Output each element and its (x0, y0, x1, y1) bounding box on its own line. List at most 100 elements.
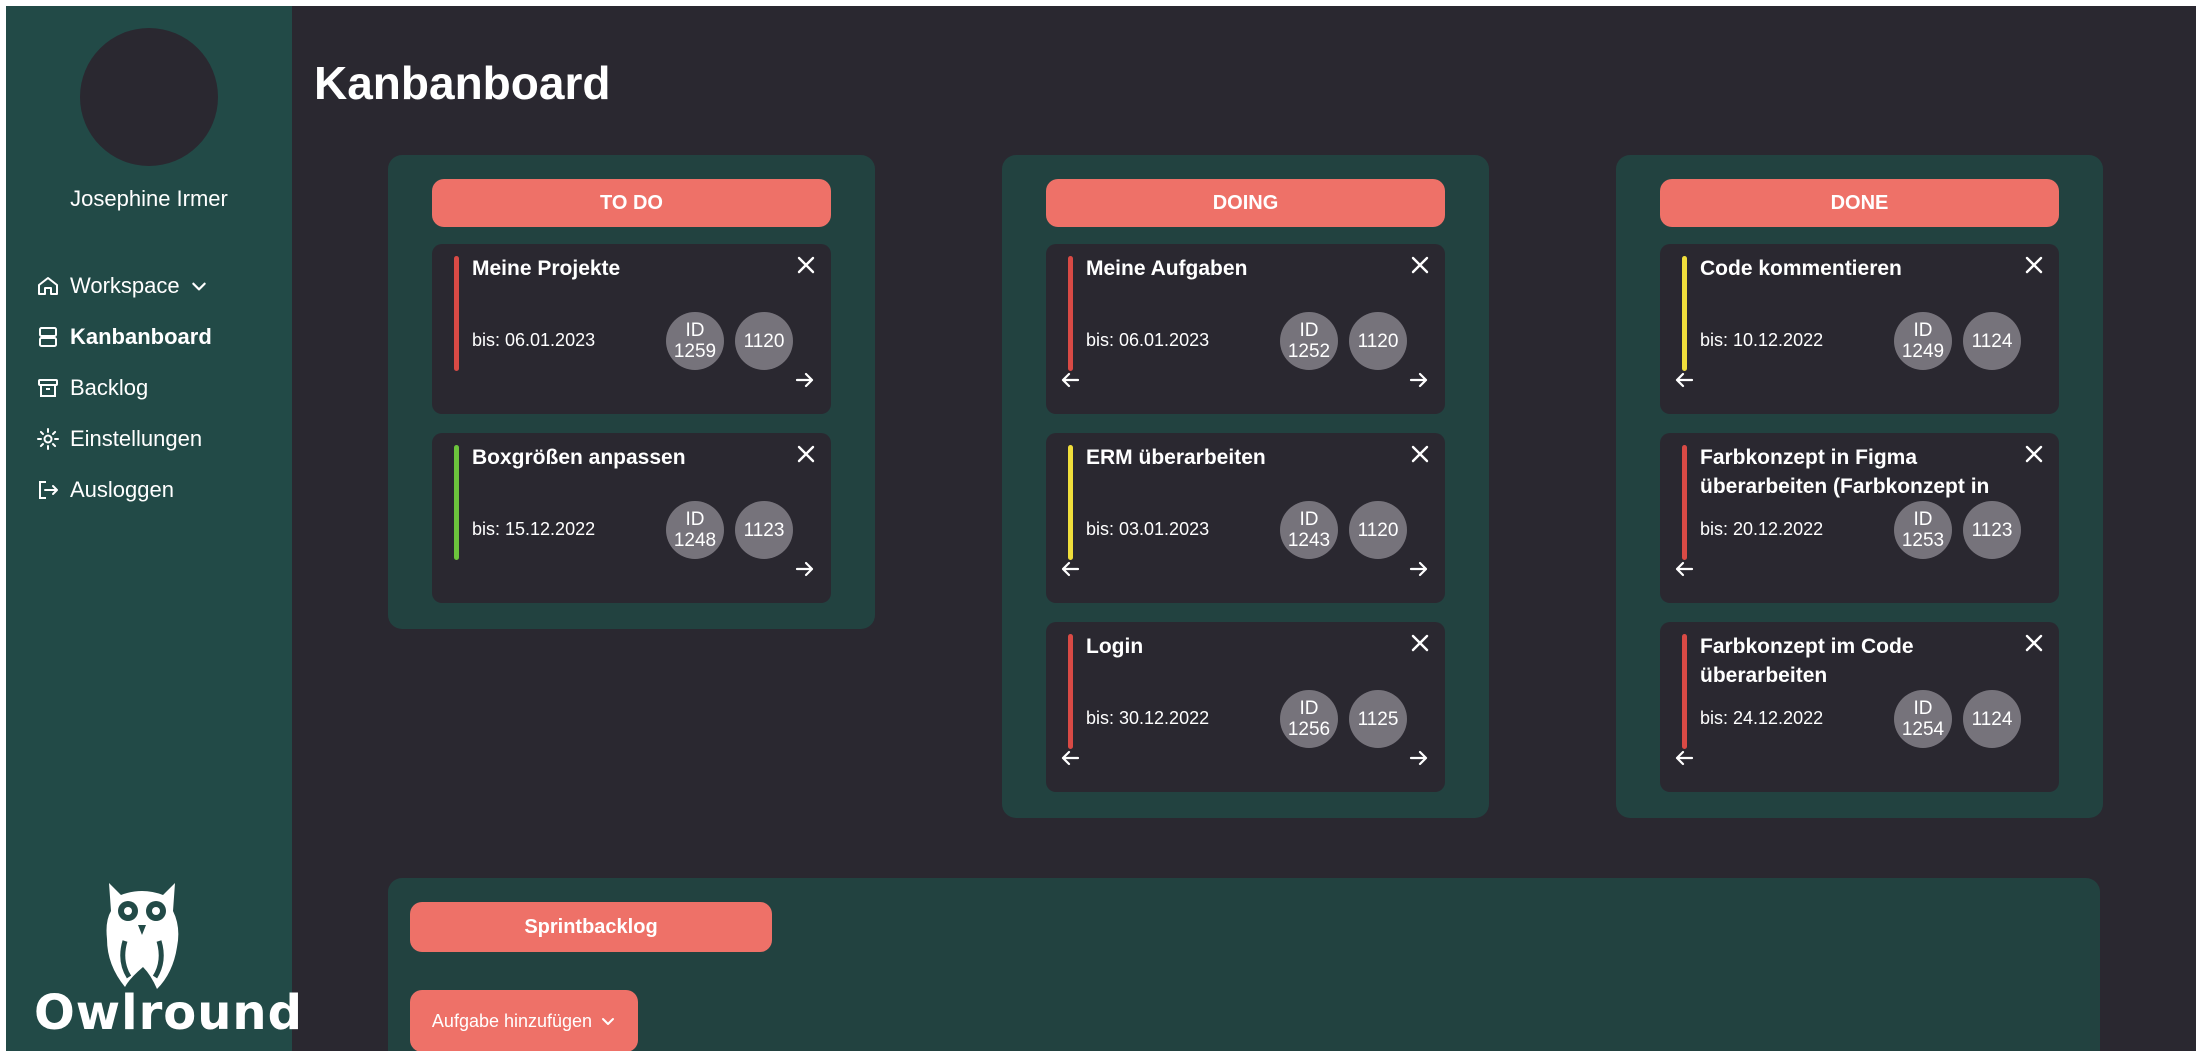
task-id-badge: ID 1252 (1280, 312, 1338, 370)
sidebar-item-label: Ausloggen (70, 477, 174, 502)
task-title: Farbkonzept im Code überarbeiten (1700, 635, 1914, 687)
arrow-right-icon[interactable] (1407, 368, 1431, 392)
kanban-column-done: DONE Code kommentieren bis: 10.12.2022 ID 12… (1616, 155, 2103, 818)
task-id-badge: ID 1243 (1280, 501, 1338, 559)
task-id-value: 1259 (673, 341, 717, 362)
task-due-date: bis: 10.12.2022 (1700, 330, 1824, 350)
task-id-value: 1253 (1901, 530, 1945, 551)
arrow-left-icon[interactable] (1672, 557, 1696, 581)
home-icon (38, 277, 58, 295)
close-icon[interactable] (795, 443, 817, 465)
sidebar-item-label: Kanbanboard (70, 324, 212, 349)
priority-indicator (1068, 634, 1073, 749)
task-id-value: 1249 (1901, 341, 1945, 362)
task-card[interactable]: Meine Aufgaben bis: 06.01.2023 ID 1252 1120 (1046, 244, 1445, 414)
task-card[interactable]: Boxgrößen anpassen bis: 15.12.2022 ID 1248 1… (432, 433, 831, 603)
chevron-down-icon[interactable] (190, 277, 208, 295)
task-card[interactable]: Farbkonzept im Code überarbeiten bis: 24.… (1660, 622, 2059, 792)
owl-logo-icon (106, 883, 179, 989)
task-card[interactable]: Login bis: 30.12.2022 ID 1256 1125 (1046, 622, 1445, 792)
arrow-right-icon[interactable] (1407, 557, 1431, 581)
chevron-down-icon (602, 1018, 615, 1025)
sidebar-item-kanbanboard[interactable]: Kanbanboard (36, 319, 212, 355)
task-title: Boxgrößen anpassen (472, 446, 686, 469)
owlround-logo: Owlround (34, 881, 303, 1041)
task-id-label: ID (1913, 509, 1933, 530)
priority-indicator (1682, 445, 1687, 560)
kanban-column-to-do: TO DO Meine Projekte bis: 06.01.2023 ID 1259… (388, 155, 875, 629)
logout-icon (39, 481, 58, 499)
task-id-label: ID (685, 320, 705, 341)
sidebar-item-workspace[interactable]: Workspace (36, 268, 212, 304)
task-id-label: ID (685, 509, 705, 530)
arrow-right-icon[interactable] (793, 368, 817, 392)
arrow-right-icon[interactable] (1407, 746, 1431, 770)
brand-name: Owlround (34, 985, 303, 1041)
task-id-value: 1254 (1901, 719, 1945, 740)
task-id-value: 1248 (673, 530, 717, 551)
arrow-right-icon[interactable] (793, 557, 817, 581)
avatar[interactable] (80, 28, 218, 166)
task-title: Meine Aufgaben (1086, 257, 1248, 280)
priority-indicator (454, 445, 459, 560)
task-id-badge: ID 1249 (1894, 312, 1952, 370)
add-task-button[interactable]: Aufgabe hinzufügen (410, 990, 638, 1051)
arrow-left-icon[interactable] (1058, 368, 1082, 392)
task-number-badge: 1120 (1349, 501, 1407, 559)
arrow-left-icon[interactable] (1672, 746, 1696, 770)
close-icon[interactable] (2023, 443, 2045, 465)
task-title: Meine Projekte (472, 257, 621, 280)
sidebar-item-label: Workspace (70, 273, 180, 298)
priority-indicator (454, 256, 459, 371)
sprint-backlog-header: Sprintbacklog (410, 902, 772, 952)
arrow-left-icon[interactable] (1058, 557, 1082, 581)
user-name: Josephine Irmer (70, 186, 228, 211)
arrow-left-icon[interactable] (1058, 746, 1082, 770)
task-title: Code kommentieren (1700, 257, 1902, 280)
task-number-badge: 1125 (1349, 690, 1407, 748)
page-title: Kanbanboard (314, 57, 611, 109)
kanban-column-doing: DOING Meine Aufgaben bis: 06.01.2023 ID 1252… (1002, 155, 1489, 818)
sidebar-item-label: Einstellungen (70, 426, 203, 451)
close-icon[interactable] (1409, 443, 1431, 465)
sidebar: Josephine Irmer Workspace Kanbanboard Back… (6, 6, 303, 1051)
task-due-date: bis: 03.01.2023 (1086, 519, 1210, 539)
arrow-left-icon[interactable] (1672, 368, 1696, 392)
task-id-label: ID (1299, 509, 1319, 530)
task-card[interactable]: Meine Projekte bis: 06.01.2023 ID 1259 1120 (432, 244, 831, 414)
close-icon[interactable] (2023, 254, 2045, 276)
task-card[interactable]: Code kommentieren bis: 10.12.2022 ID 1249 11… (1660, 244, 2059, 414)
sidebar-item-einstellungen[interactable]: Einstellungen (36, 421, 212, 457)
task-card[interactable]: ERM überarbeiten bis: 03.01.2023 ID 1243 112… (1046, 433, 1445, 603)
priority-indicator (1068, 445, 1073, 560)
task-id-label: ID (1913, 698, 1933, 719)
task-due-date: bis: 15.12.2022 (472, 519, 596, 539)
task-title: Login (1086, 635, 1144, 658)
task-title: Farbkonzept in Figma überarbeiten (Farbk… (1700, 446, 1990, 498)
close-icon[interactable] (2023, 632, 2045, 654)
task-id-badge: ID 1254 (1894, 690, 1952, 748)
task-due-date: bis: 24.12.2022 (1700, 708, 1824, 728)
task-number-badge: 1124 (1963, 690, 2021, 748)
task-id-value: 1252 (1287, 341, 1331, 362)
priority-indicator (1682, 256, 1687, 371)
priority-indicator (1682, 634, 1687, 749)
app-window: Josephine Irmer Workspace Kanbanboard Back… (6, 6, 2196, 1051)
gear-icon (37, 428, 59, 450)
close-icon[interactable] (1409, 254, 1431, 276)
sidebar-item-ausloggen[interactable]: Ausloggen (36, 472, 212, 508)
task-card[interactable]: Farbkonzept in Figma überarbeiten (Farbk… (1660, 433, 2059, 603)
sprint-backlog-panel: Sprintbacklog Aufgabe hinzufügen (388, 878, 2100, 1051)
task-number-badge: 1123 (735, 501, 793, 559)
task-id-badge: ID 1256 (1280, 690, 1338, 748)
task-id-badge: ID 1259 (666, 312, 724, 370)
task-due-date: bis: 20.12.2022 (1700, 519, 1824, 539)
task-id-value: 1256 (1287, 719, 1331, 740)
close-icon[interactable] (1409, 632, 1431, 654)
sidebar-nav: Workspace Kanbanboard Backlog Einstellungen… (36, 268, 212, 523)
close-icon[interactable] (795, 254, 817, 276)
task-due-date: bis: 06.01.2023 (1086, 330, 1210, 350)
sidebar-item-backlog[interactable]: Backlog (36, 370, 212, 406)
task-due-date: bis: 06.01.2023 (472, 330, 596, 350)
priority-indicator (1068, 256, 1073, 371)
